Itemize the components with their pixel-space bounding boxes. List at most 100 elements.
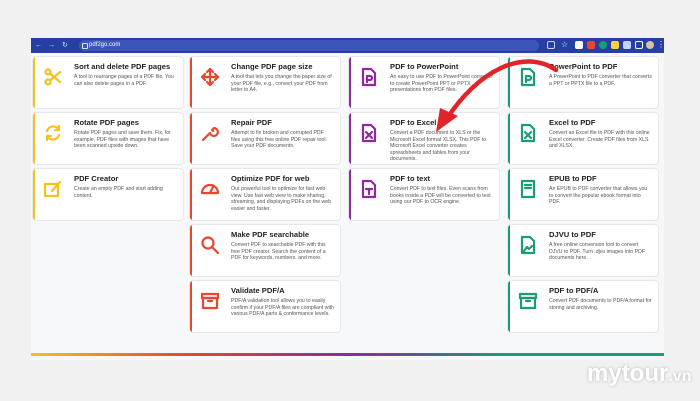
extension-icon[interactable] [587, 41, 595, 49]
card-accent [349, 169, 351, 220]
card-accent [33, 169, 35, 220]
card-accent [508, 281, 510, 332]
tool-card-pdf-to-excel[interactable]: PDF to Excel Convert a PDF document to XL… [349, 113, 499, 164]
extension-icon[interactable] [575, 41, 583, 49]
card-accent [349, 57, 351, 108]
tool-title[interactable]: DJVU to PDF [549, 230, 652, 239]
tool-card-validate-pdf-a[interactable]: Validate PDF/A PDF/A validation tool allo… [190, 281, 340, 332]
tool-title[interactable]: PowerPoint to PDF [549, 62, 652, 71]
tool-description: Our powerful tool to optimize for fast w… [231, 186, 332, 212]
tool-card-change-pdf-page-size[interactable]: Change PDF page size A tool that lets you… [190, 57, 340, 108]
menu-icon[interactable]: ⋮ [657, 41, 664, 49]
tool-title[interactable]: PDF to PDF/A [549, 286, 652, 295]
ppt-file-icon [518, 67, 538, 87]
card-accent [33, 57, 35, 108]
scissors-icon [43, 67, 63, 87]
browser-window: ← → ↻ pdf2go.com ☆ ⋮ Sort and delete PDF… [31, 38, 664, 360]
tool-description: Rotate PDF pages and save them. Fix, for… [74, 130, 171, 149]
profile-icon[interactable] [646, 41, 654, 49]
sidebar-icon[interactable] [635, 41, 643, 49]
tool-card-rotate-pdf-pages[interactable]: Rotate PDF pages Rotate PDF pages and sav… [33, 113, 183, 164]
tool-grid: Sort and delete PDF pages A tool to rearr… [31, 53, 664, 353]
card-accent [508, 113, 510, 164]
tool-card-powerpoint-to-pdf[interactable]: PowerPoint to PDF A PowerPoint to PDF con… [508, 57, 658, 108]
puzzle-icon[interactable] [623, 41, 631, 49]
tool-description: Create an empty PDF and start adding con… [74, 186, 163, 199]
card-accent [349, 113, 351, 164]
excel-file-icon [359, 123, 379, 143]
tool-title[interactable]: Excel to PDF [549, 118, 652, 127]
tool-card-optimize-pdf-for-web[interactable]: Optimize PDF for web Our powerful tool to… [190, 169, 340, 220]
resize-arrows-icon [200, 67, 220, 87]
tool-description: An EPUB to PDF converter that allows you… [549, 186, 648, 205]
tool-title[interactable]: Repair PDF [231, 118, 334, 127]
tool-description: A tool to rearrange pages of a PDF file.… [74, 74, 174, 87]
image-file-icon [518, 235, 538, 255]
color-stripe [31, 353, 664, 356]
search-icon [200, 235, 220, 255]
lock-icon [82, 43, 88, 49]
extension-icon[interactable] [599, 41, 607, 49]
share-icon[interactable] [547, 41, 555, 49]
extension-icon[interactable] [611, 41, 619, 49]
speedometer-icon [200, 179, 220, 199]
tool-title[interactable]: Validate PDF/A [231, 286, 334, 295]
tool-title[interactable]: PDF to text [390, 174, 493, 183]
tool-description: Convert PDF documents to PDF/A format fo… [549, 298, 652, 311]
ppt-file-icon [359, 67, 379, 87]
card-accent [33, 113, 35, 164]
tool-card-pdf-to-text[interactable]: PDF to text Convert PDF to text files. Ev… [349, 169, 499, 220]
watermark-logo: mytour.vn [587, 360, 692, 387]
tool-card-repair-pdf[interactable]: Repair PDF Attempt to fix broken and corr… [190, 113, 340, 164]
card-accent [190, 169, 192, 220]
tool-card-excel-to-pdf[interactable]: Excel to PDF Convert an Excel file to PDF… [508, 113, 658, 164]
tool-title[interactable]: Sort and delete PDF pages [74, 62, 177, 71]
card-accent [508, 57, 510, 108]
tool-title[interactable]: Optimize PDF for web [231, 174, 334, 183]
tool-card-pdf-to-powerpoint[interactable]: PDF to PowerPoint An easy to use PDF to P… [349, 57, 499, 108]
tool-card-pdf-to-pdf-a[interactable]: PDF to PDF/A Convert PDF documents to PDF… [508, 281, 658, 332]
tool-title[interactable]: PDF to Excel [390, 118, 493, 127]
tool-description: A tool that lets you change the paper si… [231, 74, 332, 93]
tool-title[interactable]: Make PDF searchable [231, 230, 334, 239]
address-bar-url: pdf2go.com [89, 42, 121, 48]
tool-title[interactable]: PDF Creator [74, 174, 177, 183]
tool-description: Convert a PDF document to XLS or the Mic… [390, 130, 487, 162]
card-accent [508, 169, 510, 220]
tool-title[interactable]: EPUB to PDF [549, 174, 652, 183]
reload-icon[interactable]: ↻ [62, 38, 68, 53]
tool-card-djvu-to-pdf[interactable]: DJVU to PDF A free online conversion tool… [508, 225, 658, 276]
card-accent [190, 225, 192, 276]
rotate-icon [43, 123, 63, 143]
tool-description: Convert an Excel file to PDF with this o… [549, 130, 650, 149]
tool-title[interactable]: Rotate PDF pages [74, 118, 177, 127]
tool-description: An easy to use PDF to PowerPoint convert… [390, 74, 493, 93]
browser-toolbar: ← → ↻ pdf2go.com ☆ ⋮ [31, 38, 664, 53]
tool-title[interactable]: Change PDF page size [231, 62, 334, 71]
pdf-create-icon [43, 179, 63, 199]
tool-description: A PowerPoint to PDF converter that conve… [549, 74, 652, 87]
back-icon[interactable]: ← [35, 38, 42, 53]
tool-description: Convert PDF to searchable PDF with this … [231, 242, 326, 261]
card-accent [508, 225, 510, 276]
tool-card-make-pdf-searchable[interactable]: Make PDF searchable Convert PDF to search… [190, 225, 340, 276]
tool-card-sort-and-delete-pdf-pages[interactable]: Sort and delete PDF pages A tool to rearr… [33, 57, 183, 108]
card-accent [190, 57, 192, 108]
text-file-icon [359, 179, 379, 199]
tool-card-epub-to-pdf[interactable]: EPUB to PDF An EPUB to PDF converter that… [508, 169, 658, 220]
tool-description: Attempt to fix broken and corrupted PDF … [231, 130, 328, 149]
card-accent [190, 281, 192, 332]
archive-icon [200, 291, 220, 311]
tool-description: PDF/A validation tool allows you to easi… [231, 298, 334, 317]
tool-card-pdf-creator[interactable]: PDF Creator Create an empty PDF and start… [33, 169, 183, 220]
tool-description: Convert PDF to text files. Even scans fr… [390, 186, 491, 205]
forward-icon[interactable]: → [48, 38, 55, 53]
tool-title[interactable]: PDF to PowerPoint [390, 62, 493, 71]
tool-description: A free online conversion tool to convert… [549, 242, 645, 261]
archive-icon [518, 291, 538, 311]
wrench-icon [200, 123, 220, 143]
card-accent [190, 113, 192, 164]
address-bar[interactable]: pdf2go.com [79, 40, 539, 51]
excel-file-icon [518, 123, 538, 143]
star-icon[interactable]: ☆ [561, 41, 569, 49]
